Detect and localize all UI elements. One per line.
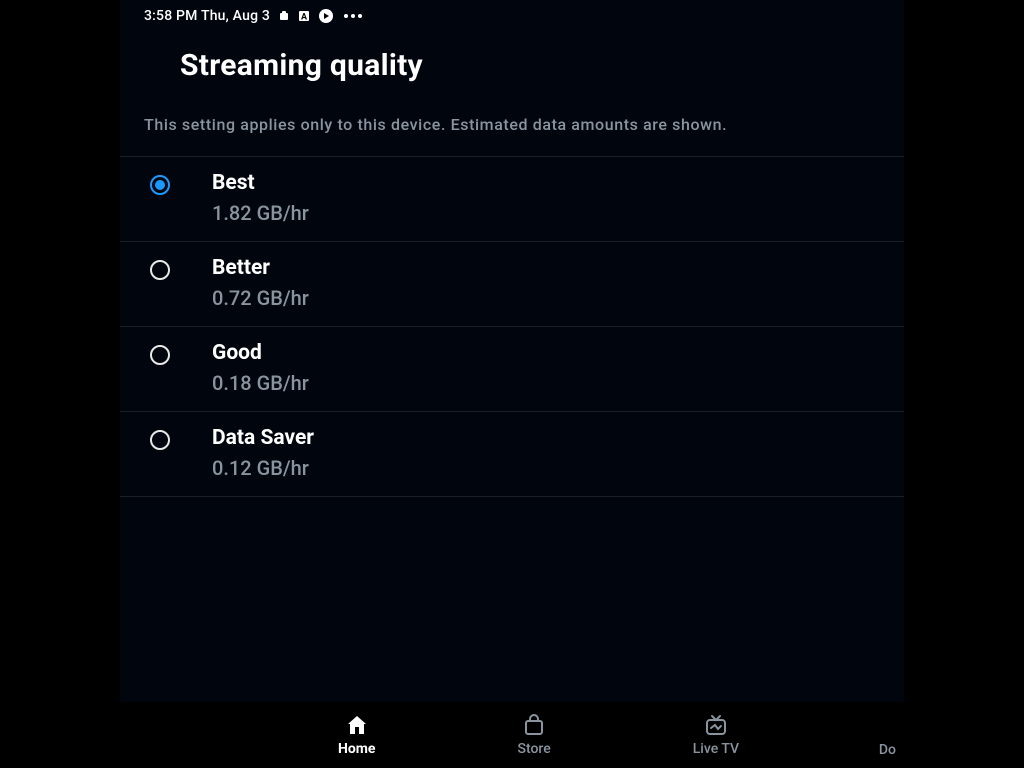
status-time: 3:58 PM Thu, Aug 3 xyxy=(144,8,270,24)
option-label: Good xyxy=(212,341,309,365)
app-icon-2: A xyxy=(298,10,310,22)
nav-live-tv[interactable]: Live TV xyxy=(693,713,739,757)
home-icon xyxy=(345,713,369,737)
option-text: Data Saver 0.12 GB/hr xyxy=(212,426,314,480)
svg-text:A: A xyxy=(301,13,308,23)
nav-label: Live TV xyxy=(693,741,739,757)
nav-store[interactable]: Store xyxy=(517,713,550,757)
nav-home[interactable]: Home xyxy=(338,713,375,757)
nav-label: Home xyxy=(338,741,375,757)
page-title: Streaming quality xyxy=(120,30,904,103)
bottom-nav: Home Store Live TV Do xyxy=(120,702,904,768)
radio-unselected-icon[interactable] xyxy=(150,345,170,365)
option-best[interactable]: Best 1.82 GB/hr xyxy=(120,156,904,241)
app-icon-1 xyxy=(278,10,290,22)
play-circle-icon xyxy=(318,8,334,24)
option-data-saver[interactable]: Data Saver 0.12 GB/hr xyxy=(120,411,904,497)
nav-label: Store xyxy=(517,741,550,757)
option-better[interactable]: Better 0.72 GB/hr xyxy=(120,241,904,326)
options-list: Best 1.82 GB/hr Better 0.72 GB/hr Good 0… xyxy=(120,156,904,497)
option-sub: 0.18 GB/hr xyxy=(212,371,309,395)
option-sub: 0.72 GB/hr xyxy=(212,286,309,310)
tv-icon xyxy=(704,713,728,737)
option-sub: 0.12 GB/hr xyxy=(212,456,314,480)
status-bar: 3:58 PM Thu, Aug 3 A xyxy=(120,0,904,30)
radio-unselected-icon[interactable] xyxy=(150,430,170,450)
option-sub: 1.82 GB/hr xyxy=(212,201,309,225)
radio-unselected-icon[interactable] xyxy=(150,260,170,280)
option-good[interactable]: Good 0.18 GB/hr xyxy=(120,326,904,411)
radio-selected-icon[interactable] xyxy=(150,175,170,195)
page-description: This setting applies only to this device… xyxy=(120,103,904,156)
nav-partial[interactable]: Do xyxy=(879,742,896,758)
more-icon[interactable] xyxy=(344,14,362,18)
store-icon xyxy=(522,713,546,737)
option-label: Better xyxy=(212,256,309,280)
option-text: Good 0.18 GB/hr xyxy=(212,341,309,395)
app-screen: 3:58 PM Thu, Aug 3 A Streaming quality T… xyxy=(120,0,904,768)
option-label: Data Saver xyxy=(212,426,314,450)
option-text: Best 1.82 GB/hr xyxy=(212,171,309,225)
option-label: Best xyxy=(212,171,309,195)
option-text: Better 0.72 GB/hr xyxy=(212,256,309,310)
